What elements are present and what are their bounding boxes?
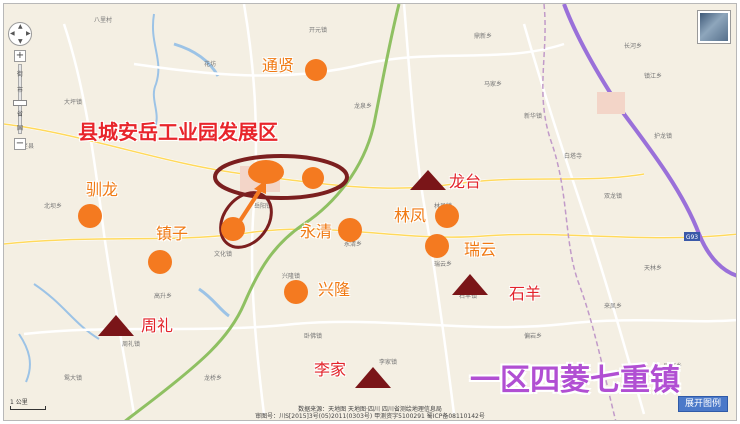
attribution-source: 数据来源：天地图 天地图·四川 四川省测绘地理信息局 <box>298 406 442 413</box>
map-frame[interactable]: G93 八里村 开元镇 鼎新乡 花坊 长河乡 马家乡 大坪镇 龙泉乡 周礼镇 新… <box>3 3 737 421</box>
circle-marker-icon <box>221 217 245 241</box>
circle-marker-icon <box>78 204 102 228</box>
town-label: 永清 <box>300 222 333 241</box>
town-label: 林凤 <box>394 206 427 225</box>
circle-marker-icon <box>284 280 308 304</box>
town-label: 镇子 <box>156 224 189 243</box>
zoom-level-tag[interactable]: 市 <box>6 88 34 94</box>
circle-marker-icon <box>148 250 172 274</box>
circle-marker-icon <box>338 218 362 242</box>
triangle-marker-icon <box>355 367 391 388</box>
town-label: 瑞云 <box>464 240 497 259</box>
circle-marker-icon <box>425 234 449 258</box>
triangle-marker-icon <box>410 170 446 190</box>
satellite-thumbnail-icon[interactable] <box>697 10 731 44</box>
overlay-layer <box>78 59 488 388</box>
town-label: 通贤 <box>262 56 295 75</box>
zoom-level-tag[interactable]: 省 <box>6 112 34 118</box>
zoom-out-button[interactable]: − <box>14 138 26 150</box>
industrial-zone-ring <box>219 191 273 249</box>
zoom-slider-handle[interactable] <box>13 100 27 106</box>
map-banner: 一区四菱七重镇 <box>470 363 680 398</box>
town-label: 兴隆 <box>318 280 351 299</box>
circle-marker-icon <box>435 204 459 228</box>
pan-control[interactable]: ▲ ▼ ◀ ▶ <box>8 22 32 46</box>
map-attribution: 数据来源：天地图 天地图·四川 四川省测绘地理信息局 审图号：川S[2015]3… <box>4 406 736 420</box>
zoom-in-button[interactable]: + <box>14 50 26 62</box>
circle-marker-icon <box>305 59 327 81</box>
hub-label: 龙台 <box>449 172 482 191</box>
map-navigation[interactable]: ▲ ▼ ◀ ▶ + 街 市 省 国 − <box>6 22 34 154</box>
attribution-approval: 审图号：川S[2015]3号(05)2011(0303号) 甲测资字510029… <box>255 413 485 420</box>
zoom-level-tag[interactable]: 街 <box>6 72 34 78</box>
circle-marker-icon <box>302 167 324 189</box>
town-label: 驯龙 <box>86 180 119 199</box>
hub-label: 周礼 <box>141 316 174 335</box>
circle-marker-icon <box>248 160 284 184</box>
zoom-level-tag[interactable]: 国 <box>6 126 34 132</box>
cluster-title: 县城安岳工业园发展区 <box>78 120 278 144</box>
hub-label: 李家 <box>314 360 347 379</box>
triangle-marker-icon <box>98 315 134 336</box>
triangle-marker-icon <box>452 274 488 295</box>
hub-label: 石羊 <box>509 284 542 303</box>
